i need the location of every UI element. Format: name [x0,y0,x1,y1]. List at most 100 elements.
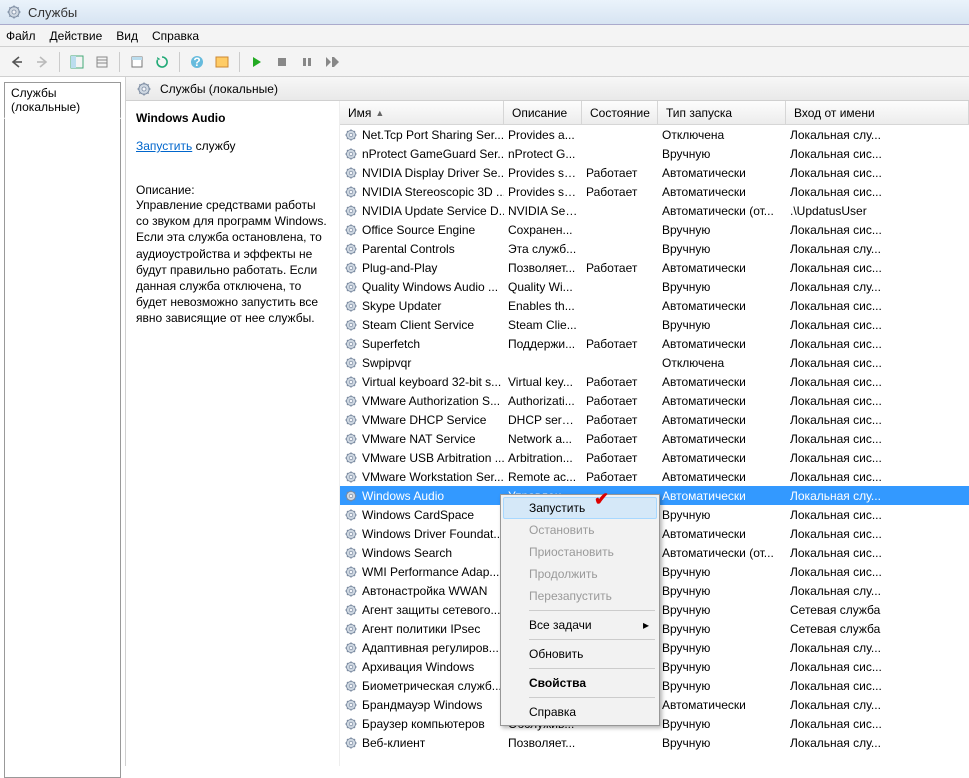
tree-root-tab[interactable]: Службы (локальные) [4,82,121,119]
ctx-справка[interactable]: Справка [503,701,657,723]
service-row[interactable]: VMware Workstation Ser...Remote ac...Раб… [340,467,969,486]
service-name: Биометрическая служб... [362,679,502,693]
service-row[interactable]: Quality Windows Audio ...Quality Wi...Вр… [340,277,969,296]
gear-icon [344,185,358,199]
service-logon: Локальная сис... [786,261,969,275]
service-name: Skype Updater [362,299,441,313]
service-desc: DHCP servi... [504,413,582,427]
service-row[interactable]: SwpipvqrОтключенаЛокальная сис... [340,353,969,372]
nav-back-button[interactable] [6,51,28,73]
ctx-обновить[interactable]: Обновить [503,643,657,665]
service-state: Работает [582,166,658,180]
service-desc: Позволяет... [504,261,582,275]
col-logon[interactable]: Вход от имени [786,101,969,124]
service-name: Steam Client Service [362,318,474,332]
service-logon: Локальная сис... [786,223,969,237]
pause-service-button[interactable] [296,51,318,73]
service-state: Работает [582,185,658,199]
service-logon: Локальная сис... [786,394,969,408]
show-hide-tree-button[interactable] [66,51,88,73]
title-bar: Службы [0,0,969,25]
gear-icon [344,641,358,655]
service-row[interactable]: NVIDIA Update Service D...NVIDIA Set...А… [340,201,969,220]
service-desc: Quality Wi... [504,280,582,294]
ctx-свойства[interactable]: Свойства [503,672,657,694]
service-name: Windows CardSpace [362,508,474,522]
service-logon: Локальная сис... [786,185,969,199]
service-desc: Поддержи... [504,337,582,351]
service-name: Virtual keyboard 32-bit s... [362,375,501,389]
service-row[interactable]: Parental ControlsЭта служб...ВручнуюЛока… [340,239,969,258]
gear-icon [344,375,358,389]
service-startup: Автоматически [658,375,786,389]
refresh-button[interactable] [151,51,173,73]
service-row[interactable]: VMware NAT ServiceNetwork a...РаботаетАв… [340,429,969,448]
service-name: Брандмауэр Windows [362,698,482,712]
service-row[interactable]: Skype UpdaterEnables th...АвтоматическиЛ… [340,296,969,315]
gear-icon [344,508,358,522]
service-row[interactable]: Веб-клиентПозволяет...ВручнуюЛокальная с… [340,733,969,752]
service-state: Работает [582,394,658,408]
service-logon: Сетевая служба [786,603,969,617]
service-row[interactable]: Office Source EngineСохранен...ВручнуюЛо… [340,220,969,239]
service-row[interactable]: Steam Client ServiceSteam Clie...Вручную… [340,315,969,334]
list-header-title: Службы (локальные) [160,82,278,96]
help-button[interactable]: ? [186,51,208,73]
service-name: NVIDIA Update Service D... [362,204,504,218]
service-startup: Автоматически [658,470,786,484]
service-startup: Вручную [658,318,786,332]
service-row[interactable]: VMware Authorization S...Authorizati...Р… [340,391,969,410]
service-logon: Локальная слу... [786,698,969,712]
col-state[interactable]: Состояние [582,101,658,124]
service-name: Quality Windows Audio ... [362,280,498,294]
service-logon: Локальная сис... [786,299,969,313]
service-desc: NVIDIA Set... [504,204,582,218]
nav-forward-button[interactable] [31,51,53,73]
start-service-button[interactable] [246,51,268,73]
service-row[interactable]: Plug-and-PlayПозволяет...РаботаетАвтомат… [340,258,969,277]
service-row[interactable]: NVIDIA Stereoscopic 3D ...Provides sy...… [340,182,969,201]
app-icon [6,4,22,20]
description-label: Описание: [136,183,331,197]
list-header-bar: Службы (локальные) [126,77,969,101]
service-row[interactable]: VMware USB Arbitration ...Arbitration...… [340,448,969,467]
menu-file[interactable]: Файл [6,29,36,43]
service-startup: Автоматически [658,451,786,465]
selected-service-name: Windows Audio [136,111,331,125]
properties-button[interactable] [126,51,148,73]
col-description[interactable]: Описание [504,101,582,124]
service-name: WMI Performance Adap... [362,565,499,579]
gear-icon [344,356,358,370]
service-row[interactable]: nProtect GameGuard Ser...nProtect G...Вр… [340,144,969,163]
start-service-link[interactable]: Запустить [136,139,192,153]
service-logon: Локальная сис... [786,318,969,332]
svg-text:?: ? [193,55,200,69]
service-row[interactable]: VMware DHCP ServiceDHCP servi...Работает… [340,410,969,429]
service-state: Работает [582,432,658,446]
help-button-2[interactable] [211,51,233,73]
menu-view[interactable]: Вид [116,29,138,43]
service-logon: Локальная сис... [786,375,969,389]
service-startup: Автоматически [658,337,786,351]
ctx-все-задачи[interactable]: Все задачи▸ [503,614,657,636]
service-row[interactable]: SuperfetchПоддержи...РаботаетАвтоматичес… [340,334,969,353]
toolbar: ? [0,47,969,77]
window-title: Службы [28,5,77,20]
service-state: Работает [582,413,658,427]
col-name[interactable]: Имя▲ [340,101,504,124]
gear-icon [344,261,358,275]
service-row[interactable]: NVIDIA Display Driver Se...Provides sy..… [340,163,969,182]
restart-service-button[interactable] [321,51,343,73]
col-startup[interactable]: Тип запуска [658,101,786,124]
export-list-button[interactable] [91,51,113,73]
service-logon: Локальная сис... [786,147,969,161]
service-row[interactable]: Net.Tcp Port Sharing Ser...Provides a...… [340,125,969,144]
stop-service-button[interactable] [271,51,293,73]
ctx-запустить[interactable]: Запустить [503,497,657,519]
menu-help[interactable]: Справка [152,29,199,43]
service-row[interactable]: Virtual keyboard 32-bit s...Virtual key.… [340,372,969,391]
service-startup: Автоматически (от... [658,546,786,560]
service-name: VMware Workstation Ser... [362,470,504,484]
menu-action[interactable]: Действие [50,29,103,43]
gear-icon [344,451,358,465]
